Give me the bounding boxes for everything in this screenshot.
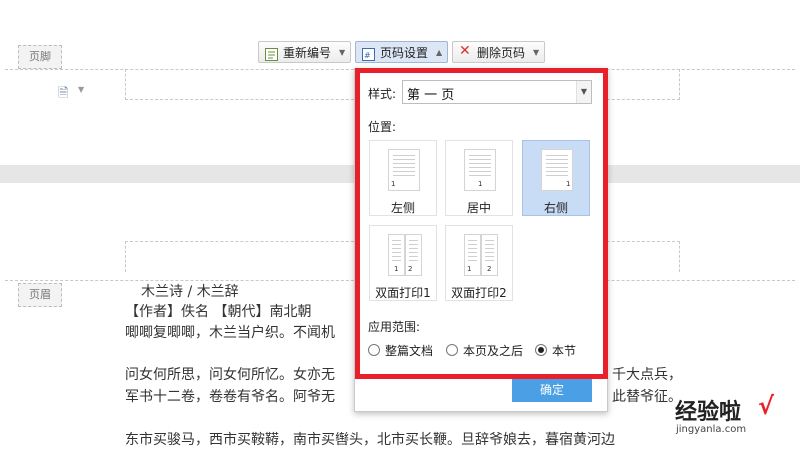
checkmark-icon: √: [758, 392, 775, 420]
highlight-annotation-box: [355, 68, 608, 379]
watermark-logo-text: 经验啦: [675, 400, 742, 425]
chevron-down-icon: ▼: [533, 48, 540, 57]
renumber-icon: [265, 46, 278, 61]
doc-line: 【作者】佚名 【朝代】南北朝: [125, 304, 312, 320]
document-icon[interactable]: 🗎: [58, 84, 68, 106]
doc-line: 此替爷征。: [612, 389, 682, 405]
ok-button[interactable]: 确定: [512, 378, 592, 402]
doc-line: 军书十二卷，卷卷有爷名。阿爷无: [125, 389, 335, 405]
page-number-icon: #: [362, 46, 375, 61]
doc-title-line: 木兰诗 / 木兰辞: [141, 284, 239, 300]
footer-tag: 页脚: [18, 45, 62, 69]
chevron-down-icon: ▼: [339, 48, 346, 57]
page-setup-button[interactable]: # 页码设置 ▲: [355, 41, 448, 63]
header-tag: 页眉: [18, 283, 62, 307]
page-setup-label: 页码设置: [380, 46, 429, 60]
doc-line: 东市买骏马，西市买鞍鞯，南市买辔头，北市买长鞭。旦辞爷娘去，暮宿黄河边: [125, 432, 615, 448]
chevron-down-icon[interactable]: ▼: [78, 85, 84, 94]
watermark-url: jingyanla.com: [676, 424, 747, 435]
renumber-label: 重新编号: [283, 46, 332, 60]
delete-icon: ✕: [459, 43, 471, 59]
doc-line: 千大点兵，: [612, 367, 682, 383]
doc-line: 唧唧复唧唧，木兰当户织。不闻机: [125, 325, 335, 341]
svg-text:#: #: [364, 51, 371, 60]
chevron-up-icon: ▲: [436, 48, 443, 57]
delete-page-number-label: 删除页码: [477, 46, 526, 60]
renumber-button[interactable]: 重新编号 ▼: [258, 41, 351, 63]
delete-page-number-button[interactable]: ✕ 删除页码 ▼: [452, 41, 545, 63]
doc-line: 问女何所思，问女何所忆。女亦无: [125, 367, 335, 383]
